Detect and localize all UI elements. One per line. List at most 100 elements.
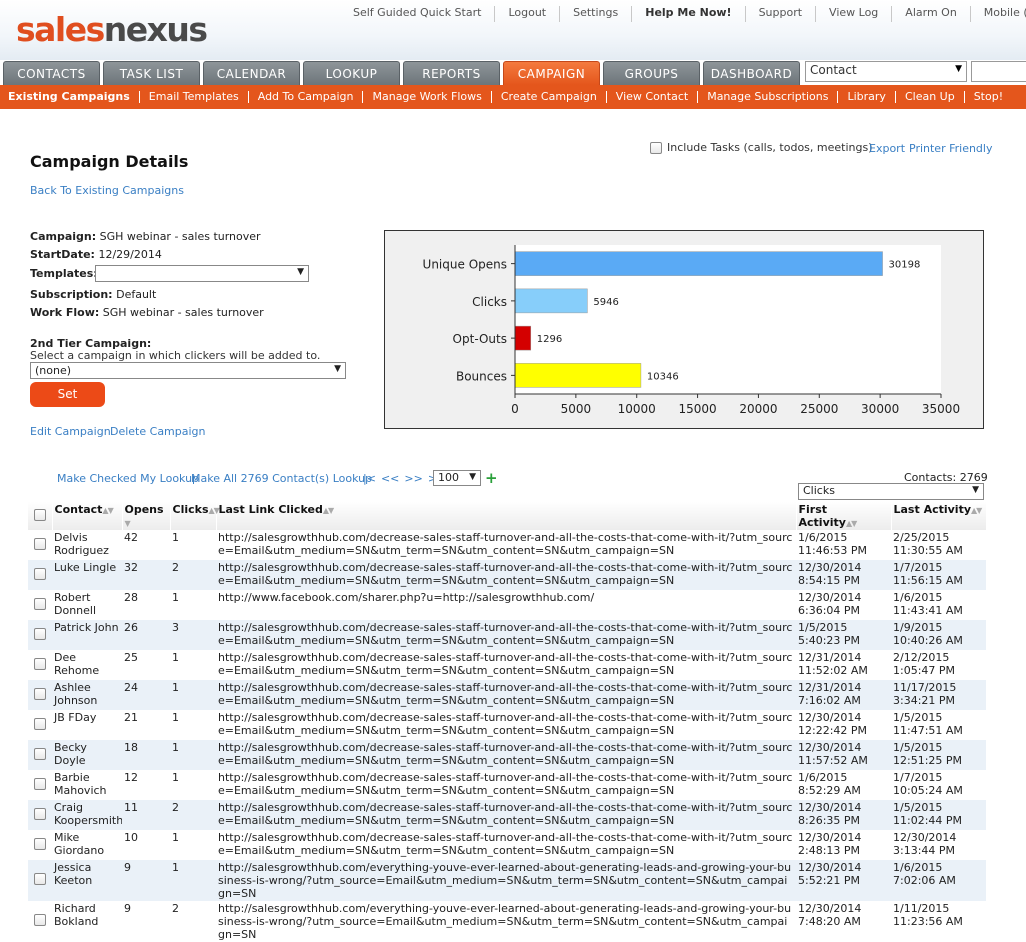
tab-dashboard[interactable]: DASHBOARD — [703, 61, 800, 85]
sort-arrows-icon[interactable]: ▲▼ — [846, 519, 857, 528]
subnav-manage-subscriptions[interactable]: Manage Subscriptions — [698, 91, 839, 103]
row-checkbox[interactable] — [34, 627, 46, 640]
delete-campaign-link[interactable]: Delete Campaign — [110, 425, 206, 438]
back-to-campaigns-link[interactable]: Back To Existing Campaigns — [30, 184, 184, 197]
contact-cell[interactable]: Robert Donnell — [52, 590, 122, 620]
contact-cell[interactable]: Becky Doyle — [52, 740, 122, 770]
table-row[interactable]: Becky Doyle 18 1 http://salesgrowthhub.com/… — [28, 740, 986, 770]
col-first-activity[interactable]: First Activity▲▼ — [796, 502, 892, 530]
col-opens[interactable]: Opens ▼ — [122, 502, 171, 530]
set-button[interactable]: Set — [30, 382, 105, 407]
pager-prev[interactable]: << — [381, 472, 399, 485]
clicks-cell: 1 — [170, 680, 216, 710]
sort-arrows-icon[interactable]: ▲▼ — [209, 506, 220, 515]
contact-cell[interactable]: Dee Rehome — [52, 650, 122, 680]
table-row[interactable]: Richard Bokland 9 2 http://salesgrowthhub.c… — [28, 901, 986, 942]
contact-cell[interactable]: Jessica Keeton — [52, 860, 122, 901]
make-checked-lookup-link[interactable]: Make Checked My Lookup — [57, 472, 199, 485]
row-checkbox[interactable] — [34, 537, 46, 550]
row-checkbox[interactable] — [34, 567, 46, 580]
table-row[interactable]: Jessica Keeton 9 1 http://salesgrowthhub.co… — [28, 860, 986, 901]
col-last-link[interactable]: Last Link Clicked▲▼ — [216, 502, 797, 530]
table-row[interactable]: JB FDay 21 1 http://salesgrowthhub.com/decr… — [28, 710, 986, 740]
sort-arrows-icon[interactable]: ▲▼ — [971, 506, 982, 515]
top-link-settings[interactable]: Settings — [560, 6, 633, 22]
sort-arrows-icon[interactable]: ▲▼ — [323, 506, 334, 515]
top-link-logout[interactable]: Logout — [495, 6, 561, 22]
col-contact[interactable]: Contact▲▼ — [52, 502, 123, 530]
row-checkbox[interactable] — [34, 597, 46, 610]
row-checkbox[interactable] — [34, 914, 46, 926]
contact-cell[interactable]: Patrick John — [52, 620, 122, 650]
row-checkbox[interactable] — [34, 687, 46, 700]
col-clicks[interactable]: Clicks▲▼ — [170, 502, 220, 530]
tab-campaign[interactable]: CAMPAIGN — [503, 61, 600, 85]
tab-reports[interactable]: REPORTS — [403, 61, 500, 85]
table-row[interactable]: Craig Koopersmith 11 2 http://salesgrowthhu… — [28, 800, 986, 830]
subnav-clean-up[interactable]: Clean Up — [896, 91, 965, 103]
top-link-help-me-now[interactable]: Help Me Now! — [632, 6, 746, 22]
export-link[interactable]: Export — [869, 142, 905, 155]
contact-cell[interactable]: Richard Bokland — [52, 901, 122, 942]
subnav-create-campaign[interactable]: Create Campaign — [492, 91, 607, 103]
sort-arrow-icon[interactable]: ▼ — [125, 519, 131, 528]
col-last-activity[interactable]: Last Activity▲▼ — [891, 502, 987, 530]
pager-first[interactable]: |< — [363, 472, 376, 485]
row-checkbox[interactable] — [34, 837, 46, 850]
table-row[interactable]: Barbie Mahovich 12 1 http://salesgrowthhub.… — [28, 770, 986, 800]
top-link-quick-start[interactable]: Self Guided Quick Start — [340, 6, 496, 22]
subnav-add-to-campaign[interactable]: Add To Campaign — [249, 91, 364, 103]
printer-friendly-link[interactable]: Printer Friendly — [909, 142, 992, 155]
tab-task-list[interactable]: TASK LIST — [103, 61, 200, 85]
top-link-support[interactable]: Support — [746, 6, 817, 22]
contact-cell[interactable]: Delvis Rodriguez — [52, 530, 122, 560]
row-checkbox[interactable] — [34, 657, 46, 670]
row-checkbox[interactable] — [34, 747, 46, 760]
edit-campaign-link[interactable]: Edit Campaign — [30, 425, 111, 438]
header-search-input[interactable] — [971, 61, 1026, 82]
subnav-manage-work-flows[interactable]: Manage Work Flows — [363, 91, 492, 103]
table-row[interactable]: Mike Giordano 10 1 http://salesgrowthhub.co… — [28, 830, 986, 860]
contact-cell[interactable]: JB FDay — [52, 710, 122, 740]
make-all-lookup-link[interactable]: Make All 2769 Contact(s) Lookup — [191, 472, 372, 485]
top-link-view-log[interactable]: View Log — [816, 6, 893, 22]
subnav-library[interactable]: Library — [838, 91, 896, 103]
contact-type-select[interactable]: Contact ▼ — [805, 61, 967, 82]
table-row[interactable]: Ashlee Johnson 24 1 http://salesgrowthhub.c… — [28, 680, 986, 710]
add-plus-icon[interactable]: + — [485, 471, 498, 486]
contact-cell[interactable]: Mike Giordano — [52, 830, 122, 860]
table-row[interactable]: Luke Lingle 32 2 http://salesgrowthhub.com/… — [28, 560, 986, 590]
tab-groups[interactable]: GROUPS — [603, 61, 700, 85]
table-row[interactable]: Robert Donnell 28 1 http://www.facebook.com… — [28, 590, 986, 620]
contact-cell[interactable]: Ashlee Johnson — [52, 680, 122, 710]
contact-cell[interactable]: Luke Lingle — [52, 560, 122, 590]
second-tier-select[interactable]: (none) ▼ — [30, 362, 346, 379]
contact-cell[interactable]: Craig Koopersmith — [52, 800, 122, 830]
tab-contacts[interactable]: CONTACTS — [3, 61, 100, 85]
include-tasks-option: Include Tasks (calls, todos, meetings) — [650, 141, 873, 154]
tab-lookup[interactable]: LOOKUP — [303, 61, 400, 85]
row-checkbox[interactable] — [34, 777, 46, 790]
subnav-existing-campaigns[interactable]: Existing Campaigns — [0, 91, 140, 103]
row-checkbox[interactable] — [34, 807, 46, 820]
select-all-checkbox[interactable] — [33, 508, 46, 521]
templates-select[interactable]: ▼ — [95, 265, 309, 282]
row-checkbox[interactable] — [34, 873, 46, 885]
include-tasks-checkbox[interactable] — [650, 141, 662, 154]
table-row[interactable]: Delvis Rodriguez 42 1 http://salesgrowthhub… — [28, 530, 986, 560]
page-size-select[interactable]: 100 ▼ — [433, 470, 481, 486]
subnav-view-contact[interactable]: View Contact — [607, 91, 699, 103]
sort-arrows-icon[interactable]: ▲▼ — [102, 506, 113, 515]
table-row[interactable]: Dee Rehome 25 1 http://salesgrowthhub.com/d… — [28, 650, 986, 680]
table-row[interactable]: Patrick John 26 3 http://salesgrowthhub.com… — [28, 620, 986, 650]
top-link-mobile[interactable]: Mobile (beta) — [971, 6, 1026, 22]
subnav-stop[interactable]: Stop! — [965, 91, 1012, 103]
contact-cell[interactable]: Barbie Mahovich — [52, 770, 122, 800]
row-checkbox[interactable] — [34, 717, 46, 730]
tab-calendar[interactable]: CALENDAR — [203, 61, 300, 85]
subnav-email-templates[interactable]: Email Templates — [140, 91, 249, 103]
pager-next[interactable]: >> — [404, 472, 422, 485]
salesnexus-logo[interactable]: salesnexus — [16, 10, 208, 50]
column-filter-select[interactable]: Clicks ▼ — [798, 483, 984, 500]
top-link-alarm[interactable]: Alarm On — [892, 6, 971, 22]
